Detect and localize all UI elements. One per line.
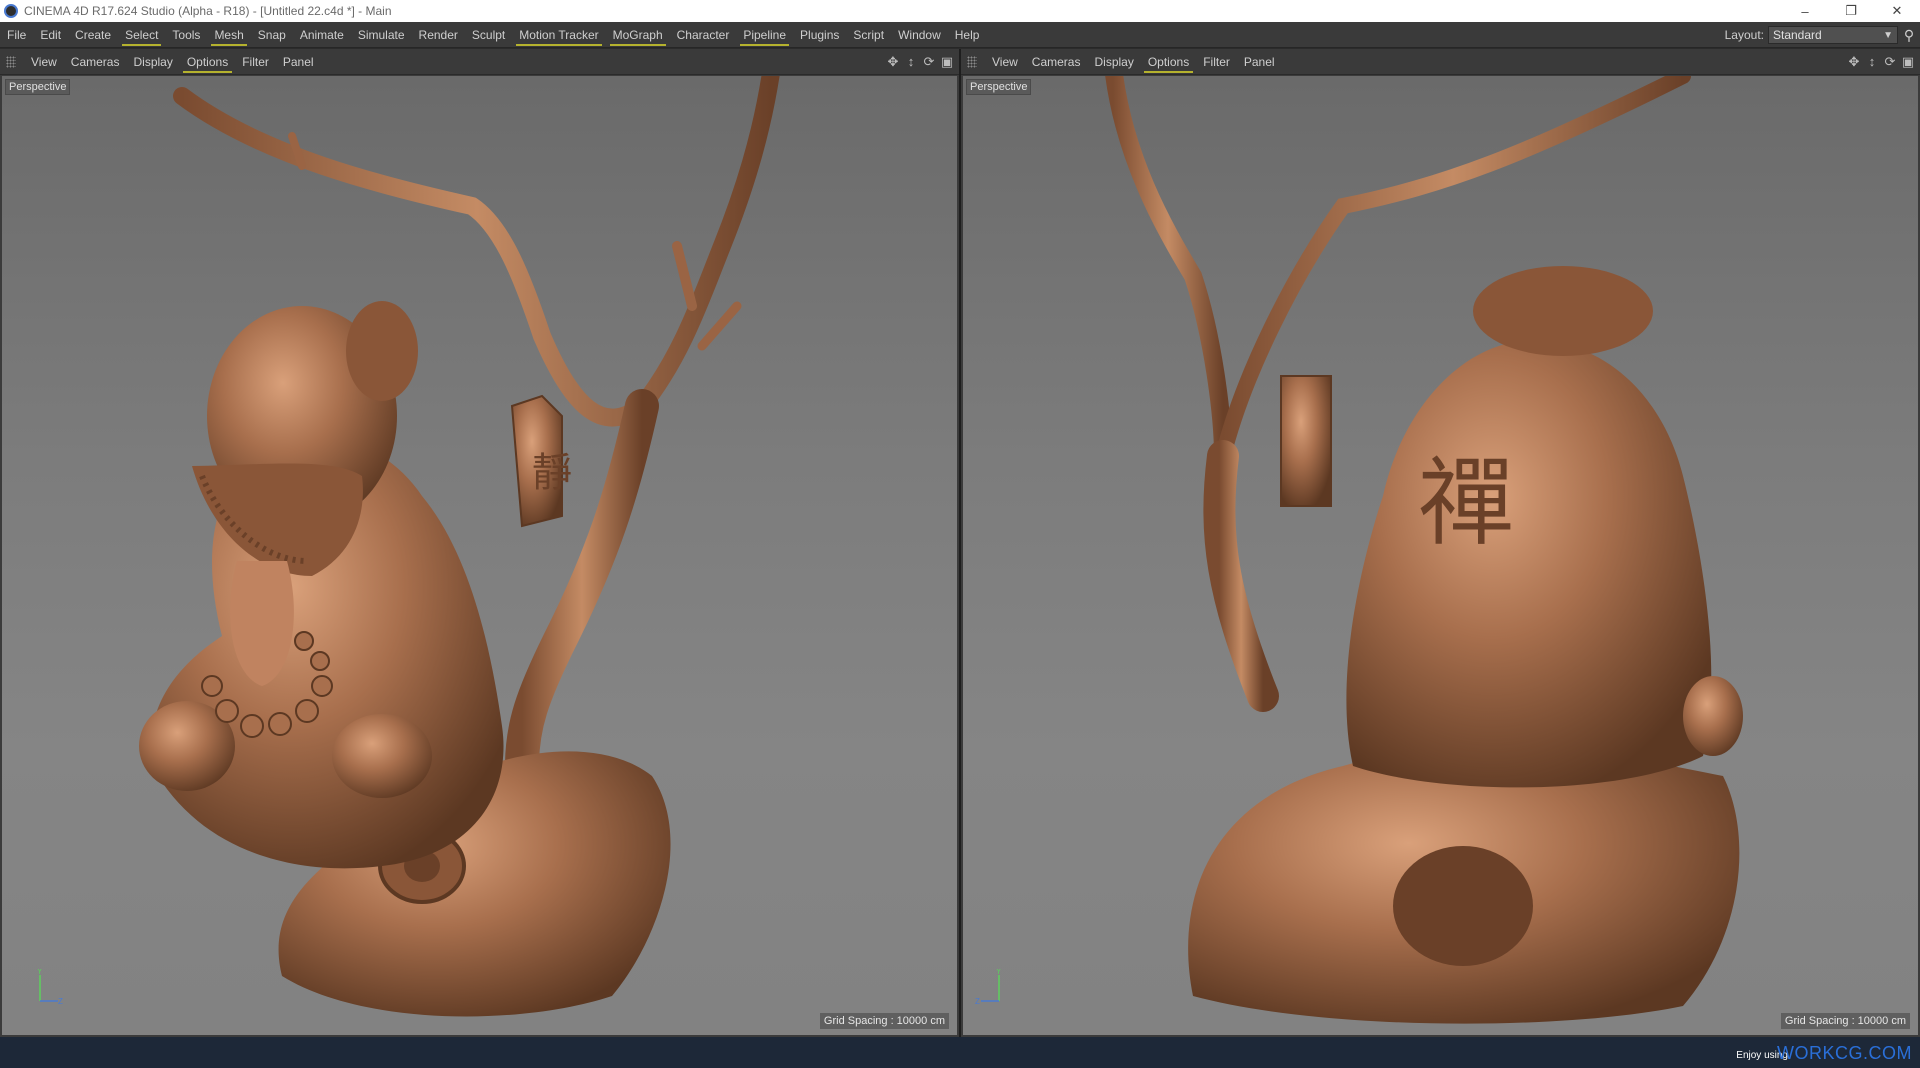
main-menu-bar: File Edit Create Select Tools Mesh Snap … <box>0 22 1920 48</box>
menu-render[interactable]: Render <box>412 24 465 46</box>
menu-mograph[interactable]: MoGraph <box>606 24 670 46</box>
svg-text:Y: Y <box>996 969 1002 976</box>
cinema4d-logo-icon <box>4 4 18 18</box>
close-icon[interactable]: ✕ <box>1874 0 1920 22</box>
vp-menu-display[interactable]: Display <box>1087 51 1140 73</box>
vp-menu-options[interactable]: Options <box>1141 51 1196 73</box>
menu-help[interactable]: Help <box>948 24 987 46</box>
rotate-view-icon[interactable]: ⟳ <box>1882 54 1898 70</box>
menu-character[interactable]: Character <box>670 24 737 46</box>
viewport-toolbar: View Cameras Display Options Filter Pane… <box>0 49 959 75</box>
menu-script[interactable]: Script <box>846 24 891 46</box>
menu-window[interactable]: Window <box>891 24 948 46</box>
minimize-icon[interactable]: – <box>1782 0 1828 22</box>
menu-select[interactable]: Select <box>118 24 165 46</box>
grid-spacing-readout: Grid Spacing : 10000 cm <box>1780 1013 1910 1029</box>
move-view-icon[interactable]: ✥ <box>1846 54 1862 70</box>
viewport-camera-label[interactable]: Perspective <box>5 79 71 95</box>
menu-create[interactable]: Create <box>68 24 118 46</box>
vp-menu-options[interactable]: Options <box>180 51 235 73</box>
layout-switcher: Layout: Standard ▼ ⚲ <box>1725 22 1920 48</box>
menu-plugins[interactable]: Plugins <box>793 24 846 46</box>
status-bar: Enjoy using WORKCG.COM <box>0 1037 1920 1068</box>
layout-value: Standard <box>1773 28 1822 42</box>
svg-text:禪: 禪 <box>1418 447 1514 559</box>
menu-animate[interactable]: Animate <box>293 24 351 46</box>
viewport-camera-label[interactable]: Perspective <box>966 79 1032 95</box>
viewport-toolbar: View Cameras Display Options Filter Pane… <box>961 49 1920 75</box>
layout-select[interactable]: Standard ▼ <box>1768 26 1898 44</box>
menu-tools[interactable]: Tools <box>165 24 207 46</box>
menu-pipeline[interactable]: Pipeline <box>736 24 793 46</box>
vp-menu-filter[interactable]: Filter <box>235 51 276 73</box>
panel-grip-icon[interactable] <box>967 55 977 68</box>
svg-text:Y: Y <box>37 969 43 976</box>
svg-text:Z: Z <box>58 997 63 1006</box>
zoom-view-icon[interactable]: ↕ <box>1864 54 1880 70</box>
menu-file[interactable]: File <box>0 24 33 46</box>
vp-menu-view[interactable]: View <box>985 51 1025 73</box>
menu-snap[interactable]: Snap <box>251 24 293 46</box>
restore-icon[interactable]: ❐ <box>1828 0 1874 22</box>
viewport-left: View Cameras Display Options Filter Pane… <box>0 49 959 1037</box>
svg-text:靜: 靜 <box>532 450 572 496</box>
rotate-view-icon[interactable]: ⟳ <box>921 54 937 70</box>
viewport-right: View Cameras Display Options Filter Pane… <box>961 49 1920 1037</box>
search-icon[interactable]: ⚲ <box>1898 27 1920 44</box>
layout-label: Layout: <box>1724 28 1764 42</box>
vp-menu-panel[interactable]: Panel <box>276 51 321 73</box>
vp-menu-cameras[interactable]: Cameras <box>64 51 127 73</box>
vp-menu-view[interactable]: View <box>24 51 64 73</box>
maximize-view-icon[interactable]: ▣ <box>1900 54 1916 70</box>
vp-menu-cameras[interactable]: Cameras <box>1025 51 1088 73</box>
menu-sculpt[interactable]: Sculpt <box>465 24 512 46</box>
menu-edit[interactable]: Edit <box>33 24 68 46</box>
zoom-view-icon[interactable]: ↕ <box>903 54 919 70</box>
bodhidharma-sculpture-front: 靜 <box>139 76 780 1017</box>
svg-text:Z: Z <box>975 997 980 1006</box>
grid-spacing-readout: Grid Spacing : 10000 cm <box>819 1013 949 1029</box>
watermark-brand: WORKCG.COM <box>1777 1043 1912 1063</box>
window-title: CINEMA 4D R17.624 Studio (Alpha - R18) -… <box>24 4 392 18</box>
menu-motion-tracker[interactable]: Motion Tracker <box>512 24 605 46</box>
viewport-canvas[interactable]: 禪 Perspective Y Z Grid Spacing : 10000 c… <box>963 76 1918 1035</box>
vp-menu-panel[interactable]: Panel <box>1237 51 1282 73</box>
panel-grip-icon[interactable] <box>6 55 16 68</box>
chevron-down-icon: ▼ <box>1883 30 1893 41</box>
title-bar: CINEMA 4D R17.624 Studio (Alpha - R18) -… <box>0 0 1920 22</box>
vp-menu-filter[interactable]: Filter <box>1196 51 1237 73</box>
menu-mesh[interactable]: Mesh <box>207 24 250 46</box>
axis-gizmo-icon: Y Z <box>975 969 1002 1006</box>
maximize-view-icon[interactable]: ▣ <box>939 54 955 70</box>
move-view-icon[interactable]: ✥ <box>885 54 901 70</box>
vp-menu-display[interactable]: Display <box>126 51 179 73</box>
bodhidharma-sculpture-back: 禪 <box>1105 76 1743 1024</box>
menu-simulate[interactable]: Simulate <box>351 24 412 46</box>
axis-gizmo-icon: Y Z <box>37 969 63 1006</box>
viewport-canvas[interactable]: 靜 Perspective Y Z Grid Spacing: 10000 c… <box>2 76 957 1035</box>
